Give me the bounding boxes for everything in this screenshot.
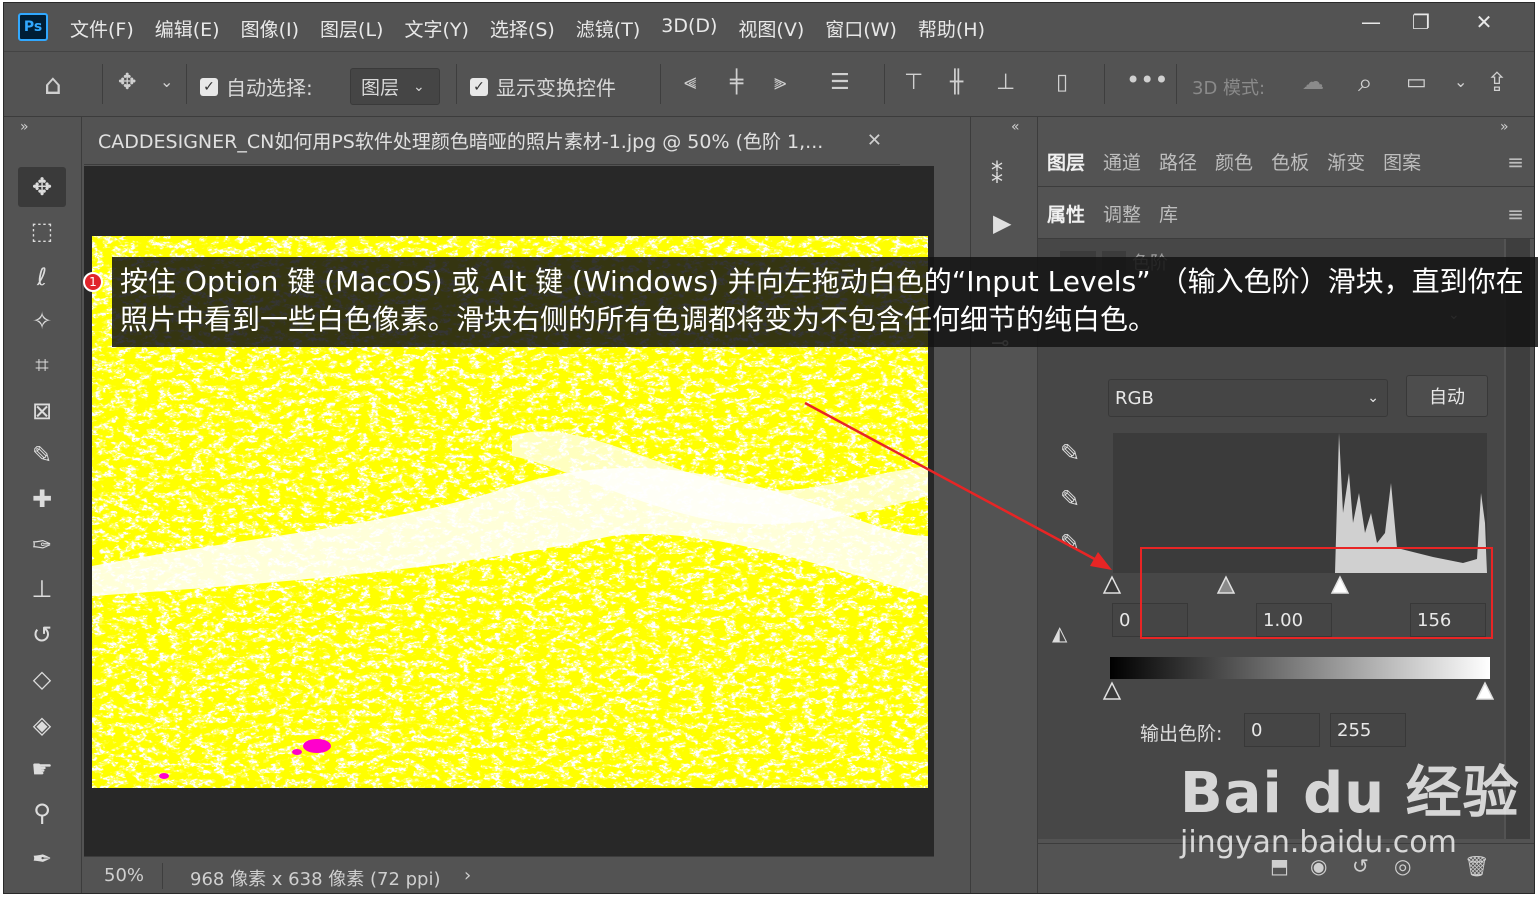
annotation-banner: 按住 Option 键 (MacOS) 或 Alt 键 (Windows) 并向… [112,257,1538,347]
baidu-watermark: Bai du 经验 jingyan.baidu.com [1180,748,1520,860]
annotation-text: 按住 Option 键 (MacOS) 或 Alt 键 (Windows) 并向… [120,265,1524,336]
watermark-url: jingyan.baidu.com [1180,825,1457,860]
annotation-bullet: 1 [83,272,103,292]
watermark-brand: Bai du 经验 [1180,761,1520,826]
